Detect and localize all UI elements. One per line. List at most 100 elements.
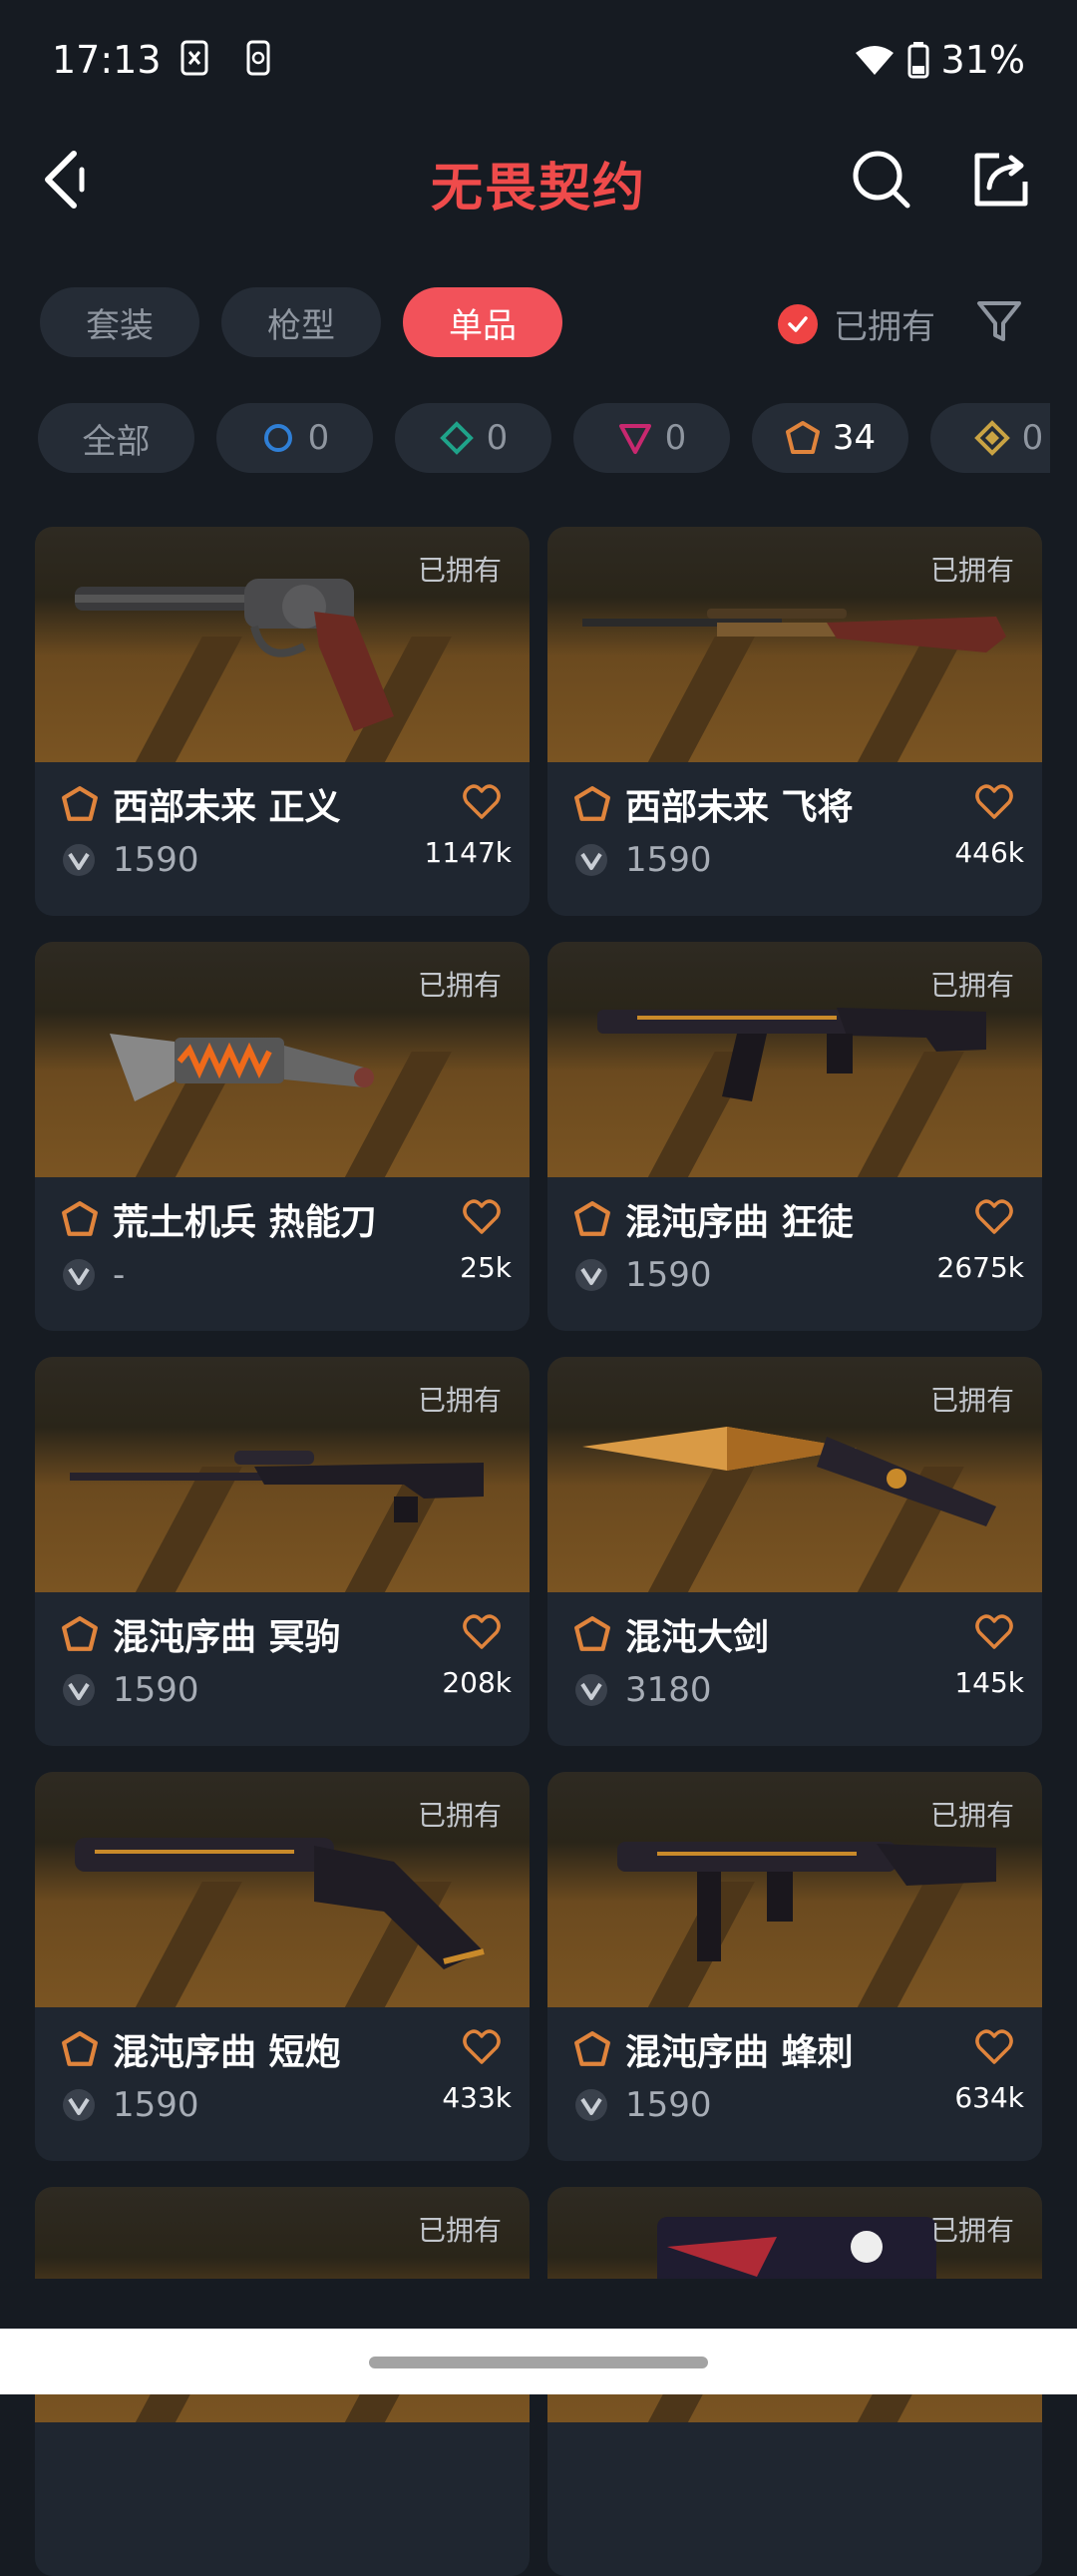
like-count: 2675k: [936, 1251, 1024, 1284]
exclusive-tier-icon: [62, 2031, 98, 2066]
heart-icon[interactable]: [462, 1197, 502, 1237]
heart-icon[interactable]: [462, 1612, 502, 1652]
exclusive-tier-icon: [574, 1201, 610, 1236]
skin-name: 荒土机兵 热能刀: [113, 1202, 377, 1243]
vp-currency-icon: [575, 1674, 607, 1706]
share-icon[interactable]: [969, 148, 1033, 212]
skin-name: 混沌序曲 短炮: [113, 2032, 341, 2073]
skin-price: 1590: [625, 2085, 712, 2125]
owned-filter-label: 已拥有: [834, 307, 935, 347]
heart-icon[interactable]: [974, 1197, 1014, 1237]
heart-icon[interactable]: [974, 782, 1014, 822]
price-row: 1590: [573, 840, 712, 880]
rarity-chip-all[interactable]: 全部: [38, 403, 194, 473]
price-row: 1590: [61, 840, 199, 880]
price-row: -: [61, 1255, 125, 1295]
price-row: 1590: [573, 1255, 712, 1295]
sim-icon: [180, 40, 208, 76]
price-row: 1590: [573, 2085, 712, 2125]
exclusive-tier-icon: [62, 786, 98, 821]
status-right: 31%: [854, 38, 1025, 82]
rarity-count: 0: [486, 418, 509, 458]
rarity-chip-deluxe[interactable]: 0: [395, 403, 551, 473]
status-bar: 17:13 31%: [0, 0, 1077, 120]
owned-tag: 已拥有: [929, 1384, 1014, 1417]
owned-filter-toggle[interactable]: 已拥有: [778, 299, 935, 348]
deluxe-tier-icon: [439, 421, 474, 455]
premium-tier-icon: [618, 424, 651, 454]
like-count: 208k: [442, 1666, 512, 1699]
like-count: 634k: [954, 2081, 1024, 2114]
owned-tag: 已拥有: [417, 969, 502, 1002]
rarity-chip-premium[interactable]: 0: [573, 403, 730, 473]
like-count: 25k: [460, 1251, 512, 1284]
home-gesture-handle[interactable]: [369, 2357, 708, 2368]
rarity-count: 0: [307, 418, 330, 458]
card-title-row: 混沌序曲 冥驹: [61, 1608, 341, 1660]
heart-icon[interactable]: [974, 2027, 1014, 2067]
page-title: 无畏契约: [430, 159, 646, 218]
category-tabs: 套装 枪型 单品: [40, 287, 562, 357]
filter-icon[interactable]: [975, 297, 1023, 345]
owned-tag: 已拥有: [929, 2214, 1014, 2247]
tab-weapon-types[interactable]: 枪型: [221, 287, 381, 357]
rarity-filter-row: 全部 0 0 0 34 0: [38, 403, 1050, 473]
skin-price: 3180: [625, 1670, 712, 1710]
heart-icon[interactable]: [974, 1612, 1014, 1652]
rarity-count: 0: [1021, 418, 1044, 458]
wifi-icon: [855, 46, 894, 75]
skin-price: 1590: [113, 2085, 199, 2125]
skin-price: 1590: [113, 1670, 199, 1710]
rarity-chip-select[interactable]: 0: [216, 403, 373, 473]
skin-name: 混沌序曲 蜂刺: [625, 2032, 854, 2073]
rarity-chip-exclusive[interactable]: 34: [752, 403, 908, 473]
card-title-row: 荒土机兵 热能刀: [61, 1193, 377, 1245]
rarity-count: 34: [832, 418, 877, 458]
card-title-row: 西部未来 飞将: [573, 778, 854, 830]
owned-tag: 已拥有: [929, 969, 1014, 1002]
tab-items[interactable]: 单品: [403, 287, 562, 357]
exclusive-tier-icon: [574, 2031, 610, 2066]
skin-card[interactable]: 已拥有 混沌序曲 冥驹 1590 208k: [35, 1357, 530, 1746]
price-row: 1590: [61, 1670, 199, 1710]
card-title-row: 混沌序曲 蜂刺: [573, 2023, 854, 2075]
owned-tag: 已拥有: [929, 1799, 1014, 1832]
search-icon[interactable]: [850, 148, 913, 212]
vp-currency-icon: [63, 1259, 95, 1291]
heart-icon[interactable]: [462, 782, 502, 822]
card-title-row: 混沌大剑: [573, 1608, 769, 1660]
skin-grid: 已拥有 西部未来 正义 1590 1147k 已拥有 西部未来 飞将 1590 …: [35, 527, 1042, 2576]
skin-card[interactable]: 已拥有 混沌序曲 短炮 1590 433k: [35, 1772, 530, 2161]
card-title-row: 西部未来 正义: [61, 778, 341, 830]
exclusive-tier-icon: [574, 1616, 610, 1651]
select-tier-icon: [263, 424, 292, 452]
card-title-row: 混沌序曲 短炮: [61, 2023, 341, 2075]
vp-currency-icon: [63, 844, 95, 876]
vp-currency-icon: [575, 844, 607, 876]
skin-card[interactable]: 已拥有 西部未来 飞将 1590 446k: [547, 527, 1042, 916]
skin-card[interactable]: 已拥有 混沌序曲 蜂刺 1590 634k: [547, 1772, 1042, 2161]
rarity-chip-ultra[interactable]: 0: [930, 403, 1050, 473]
card-title-row: 混沌序曲 狂徒: [573, 1193, 854, 1245]
vp-currency-icon: [63, 2089, 95, 2121]
like-count: 446k: [954, 836, 1024, 869]
exclusive-tier-icon: [785, 421, 820, 454]
skin-card[interactable]: 已拥有 荒土机兵 热能刀 - 25k: [35, 942, 530, 1331]
price-row: 3180: [573, 1670, 712, 1710]
tab-bundles[interactable]: 套装: [40, 287, 199, 357]
skin-card[interactable]: 已拥有 混沌序曲 狂徒 1590 2675k: [547, 942, 1042, 1331]
skin-price: 1590: [113, 840, 199, 880]
skin-price: 1590: [625, 840, 712, 880]
skin-name: 混沌大剑: [625, 1617, 770, 1658]
check-icon: [778, 303, 818, 344]
heart-icon[interactable]: [462, 2027, 502, 2067]
skin-name: 混沌序曲 冥驹: [113, 1617, 341, 1658]
app-header: 无畏契约: [0, 120, 1077, 239]
owned-tag: 已拥有: [417, 554, 502, 587]
phone-sync-icon: [246, 40, 270, 76]
skin-name: 混沌序曲 狂徒: [625, 1202, 854, 1243]
skin-card[interactable]: 已拥有 混沌大剑 3180 145k: [547, 1357, 1042, 1746]
skin-card[interactable]: 已拥有 西部未来 正义 1590 1147k: [35, 527, 530, 916]
status-time: 17:13: [52, 38, 162, 82]
vp-currency-icon: [575, 1259, 607, 1291]
